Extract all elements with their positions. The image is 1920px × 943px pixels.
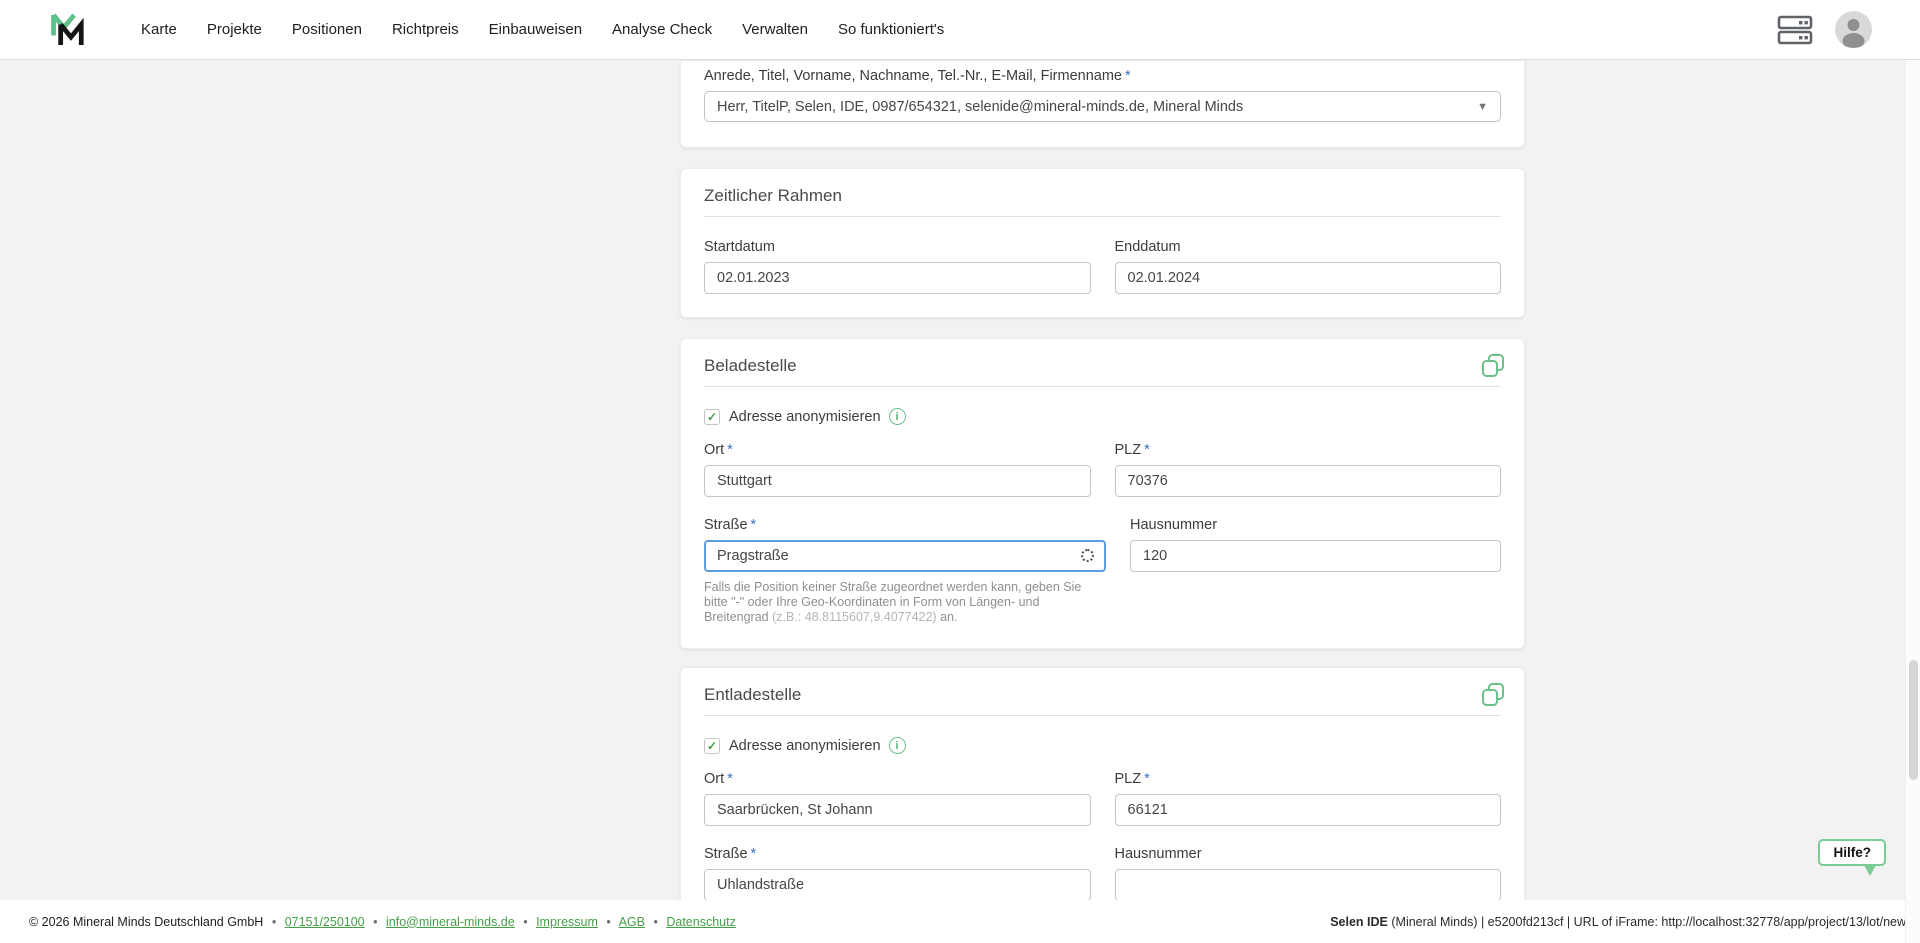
help-bubble-tail [1864,865,1876,876]
page-footer: © 2026 Mineral Minds Deutschland GmbH • … [0,900,1920,943]
footer-link-phone[interactable]: 07151/250100 [285,915,365,929]
beladestelle-ort-input[interactable] [704,465,1091,497]
strasse-field-group: Straße* Falls die Position keiner Straße… [704,517,1106,625]
scrollbar-thumb[interactable] [1909,660,1918,780]
copy-icon[interactable] [1481,353,1505,379]
strasse-helper-text: Falls die Position keiner Straße zugeord… [704,580,1082,624]
anonymize-checkbox[interactable]: ✓ [704,737,720,754]
nav-item-karte[interactable]: Karte [141,21,177,38]
beladestelle-plz-input[interactable] [1114,465,1501,497]
startdatum-field-group: Startdatum [704,239,1091,294]
nav-item-verwalten[interactable]: Verwalten [742,21,808,38]
footer-link-agb[interactable]: AGB [619,915,645,929]
required-asterisk: * [1144,442,1150,458]
timeframe-title: Zeitlicher Rahmen [704,186,842,205]
required-asterisk: * [750,517,757,533]
required-asterisk: * [750,846,757,862]
strasse-field-group: Straße * [704,846,1091,901]
startdatum-label: Startdatum [704,239,775,255]
enddatum-field-group: Enddatum [1114,239,1501,294]
navbar-right-actions [1777,11,1872,48]
nav-item-analyse-check[interactable]: Analyse Check [612,21,712,38]
plz-label: PLZ * [1114,771,1150,787]
footer-debug-info: Selen IDE (Mineral Minds) | e5200fd213cf… [1330,914,1906,929]
required-asterisk: * [727,442,733,458]
contact-label: Anrede, Titel, Vorname, Nachname, Tel.-N… [704,68,1131,84]
ort-label: Ort * [704,442,733,458]
nav-item-so-funktionierts[interactable]: So funktioniert's [838,21,944,38]
checkmark-icon: ✓ [706,738,718,753]
entladestelle-ort-input[interactable] [704,794,1091,826]
nav-item-einbauweisen[interactable]: Einbauweisen [489,21,582,38]
top-navbar: Karte Projekte Positionen Richtpreis Ein… [0,0,1920,60]
entladestelle-plz-input[interactable] [1114,794,1501,826]
footer-link-email[interactable]: info@mineral-minds.de [386,915,515,929]
divider [704,386,1501,387]
loading-spinner-icon [1081,549,1094,562]
beladestelle-anonymize-row: ✓ Adresse anonymisieren i [704,408,1501,425]
nav-item-richtpreis[interactable]: Richtpreis [392,21,459,38]
beladestelle-card: Beladestelle ✓ Adresse anonymisieren i O… [680,338,1525,649]
footer-link-datenschutz[interactable]: Datenschutz [666,915,735,929]
main-nav: Karte Projekte Positionen Richtpreis Ein… [141,21,944,38]
beladestelle-title: Beladestelle [704,356,797,375]
anonymize-label: Adresse anonymisieren [729,737,881,754]
info-icon[interactable]: i [888,737,906,754]
strasse-label: Straße * [704,517,757,533]
footer-left: © 2026 Mineral Minds Deutschland GmbH • … [29,914,736,929]
required-asterisk: * [1124,68,1131,84]
hausnummer-field-group: Hausnummer [1130,517,1501,625]
vertical-scrollbar[interactable] [1905,60,1920,943]
help-button[interactable]: Hilfe? [1818,839,1886,866]
contact-select-value: Herr, TitelP, Selen, IDE, 0987/654321, s… [717,98,1244,115]
plz-field-group: PLZ * [1114,442,1501,497]
beladestelle-hausnummer-input[interactable] [1130,540,1501,572]
nav-item-positionen[interactable]: Positionen [292,21,362,38]
hausnummer-label: Hausnummer [1114,846,1202,862]
plz-label: PLZ * [1114,442,1150,458]
entladestelle-card: Entladestelle ✓ Adresse anonymisieren i … [680,667,1525,925]
anonymize-label: Adresse anonymisieren [729,408,881,425]
plz-field-group: PLZ * [1114,771,1501,826]
ort-label: Ort * [704,771,733,787]
ort-field-group: Ort * [704,442,1091,497]
server-icon[interactable] [1777,15,1813,45]
user-avatar-icon[interactable] [1835,11,1872,48]
entladestelle-strasse-input[interactable] [704,869,1091,901]
entladestelle-anonymize-row: ✓ Adresse anonymisieren i [704,737,1501,754]
enddatum-label: Enddatum [1114,239,1181,255]
beladestelle-strasse-input[interactable] [704,540,1106,572]
info-icon[interactable]: i [888,408,906,425]
anonymize-checkbox[interactable]: ✓ [704,408,720,425]
form-content: Anrede, Titel, Vorname, Nachname, Tel.-N… [680,60,1525,925]
startdatum-input[interactable] [704,262,1091,294]
nav-item-projekte[interactable]: Projekte [207,21,262,38]
required-asterisk: * [727,771,733,787]
ort-field-group: Ort * [704,771,1091,826]
footer-user: Selen IDE [1330,914,1388,929]
strasse-label: Straße * [704,846,757,862]
divider [704,715,1501,716]
mineral-minds-logo-icon[interactable] [48,10,86,50]
footer-link-impressum[interactable]: Impressum [536,915,598,929]
divider [704,216,1501,217]
hausnummer-field-group: Hausnummer [1114,846,1501,901]
enddatum-input[interactable] [1114,262,1501,294]
copyright-text: © 2026 Mineral Minds Deutschland GmbH [29,914,264,929]
contact-card: Anrede, Titel, Vorname, Nachname, Tel.-N… [680,60,1525,148]
entladestelle-title: Entladestelle [704,685,802,704]
chevron-down-icon: ▼ [1477,100,1488,113]
entladestelle-hausnummer-input[interactable] [1114,869,1501,901]
contact-select[interactable]: Herr, TitelP, Selen, IDE, 0987/654321, s… [704,91,1501,122]
copy-icon[interactable] [1481,682,1505,708]
hausnummer-label: Hausnummer [1130,517,1218,533]
checkmark-icon: ✓ [706,409,718,424]
timeframe-card: Zeitlicher Rahmen Startdatum Enddatum [680,168,1525,318]
required-asterisk: * [1144,771,1150,787]
